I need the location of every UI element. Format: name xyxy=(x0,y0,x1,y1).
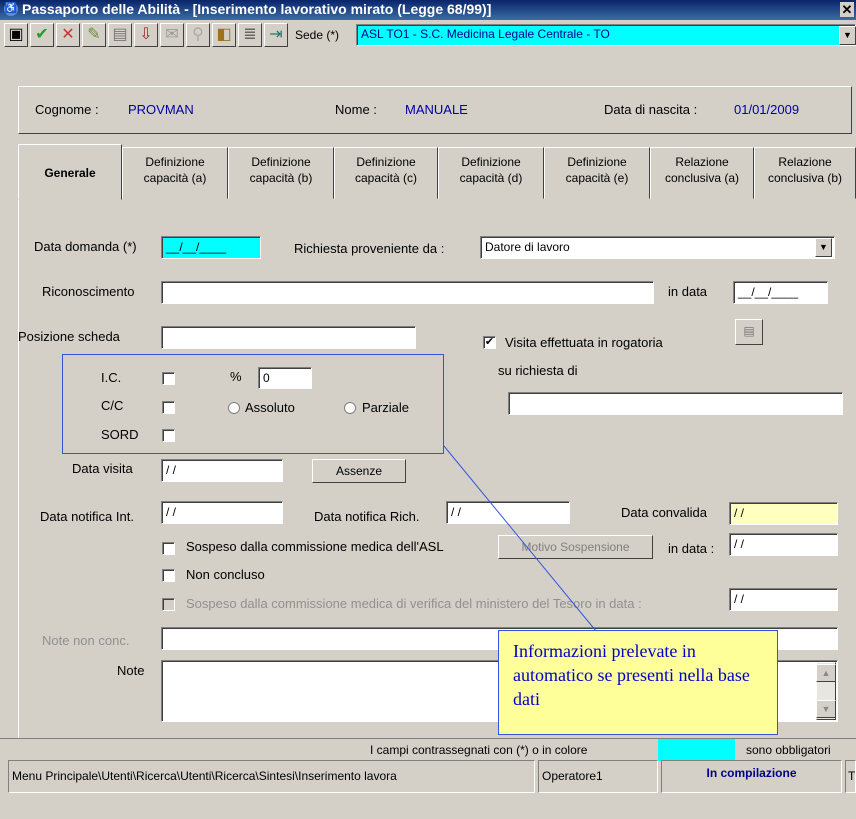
mandatory-color-swatch xyxy=(658,739,735,761)
callout-box: Informazioni prelevate in automatico se … xyxy=(498,630,778,735)
status-extra: T xyxy=(845,760,856,793)
mandatory-text: I campi contrassegnati con (*) o in colo… xyxy=(370,743,588,757)
status-path: Menu Principale\Utenti\Ricerca\Utenti\Ri… xyxy=(8,760,535,793)
status-state: In compilazione xyxy=(661,760,842,793)
callout-line xyxy=(443,445,597,632)
status-operator: Operatore1 xyxy=(538,760,658,793)
mandatory-suffix: sono obbligatori xyxy=(746,743,831,757)
